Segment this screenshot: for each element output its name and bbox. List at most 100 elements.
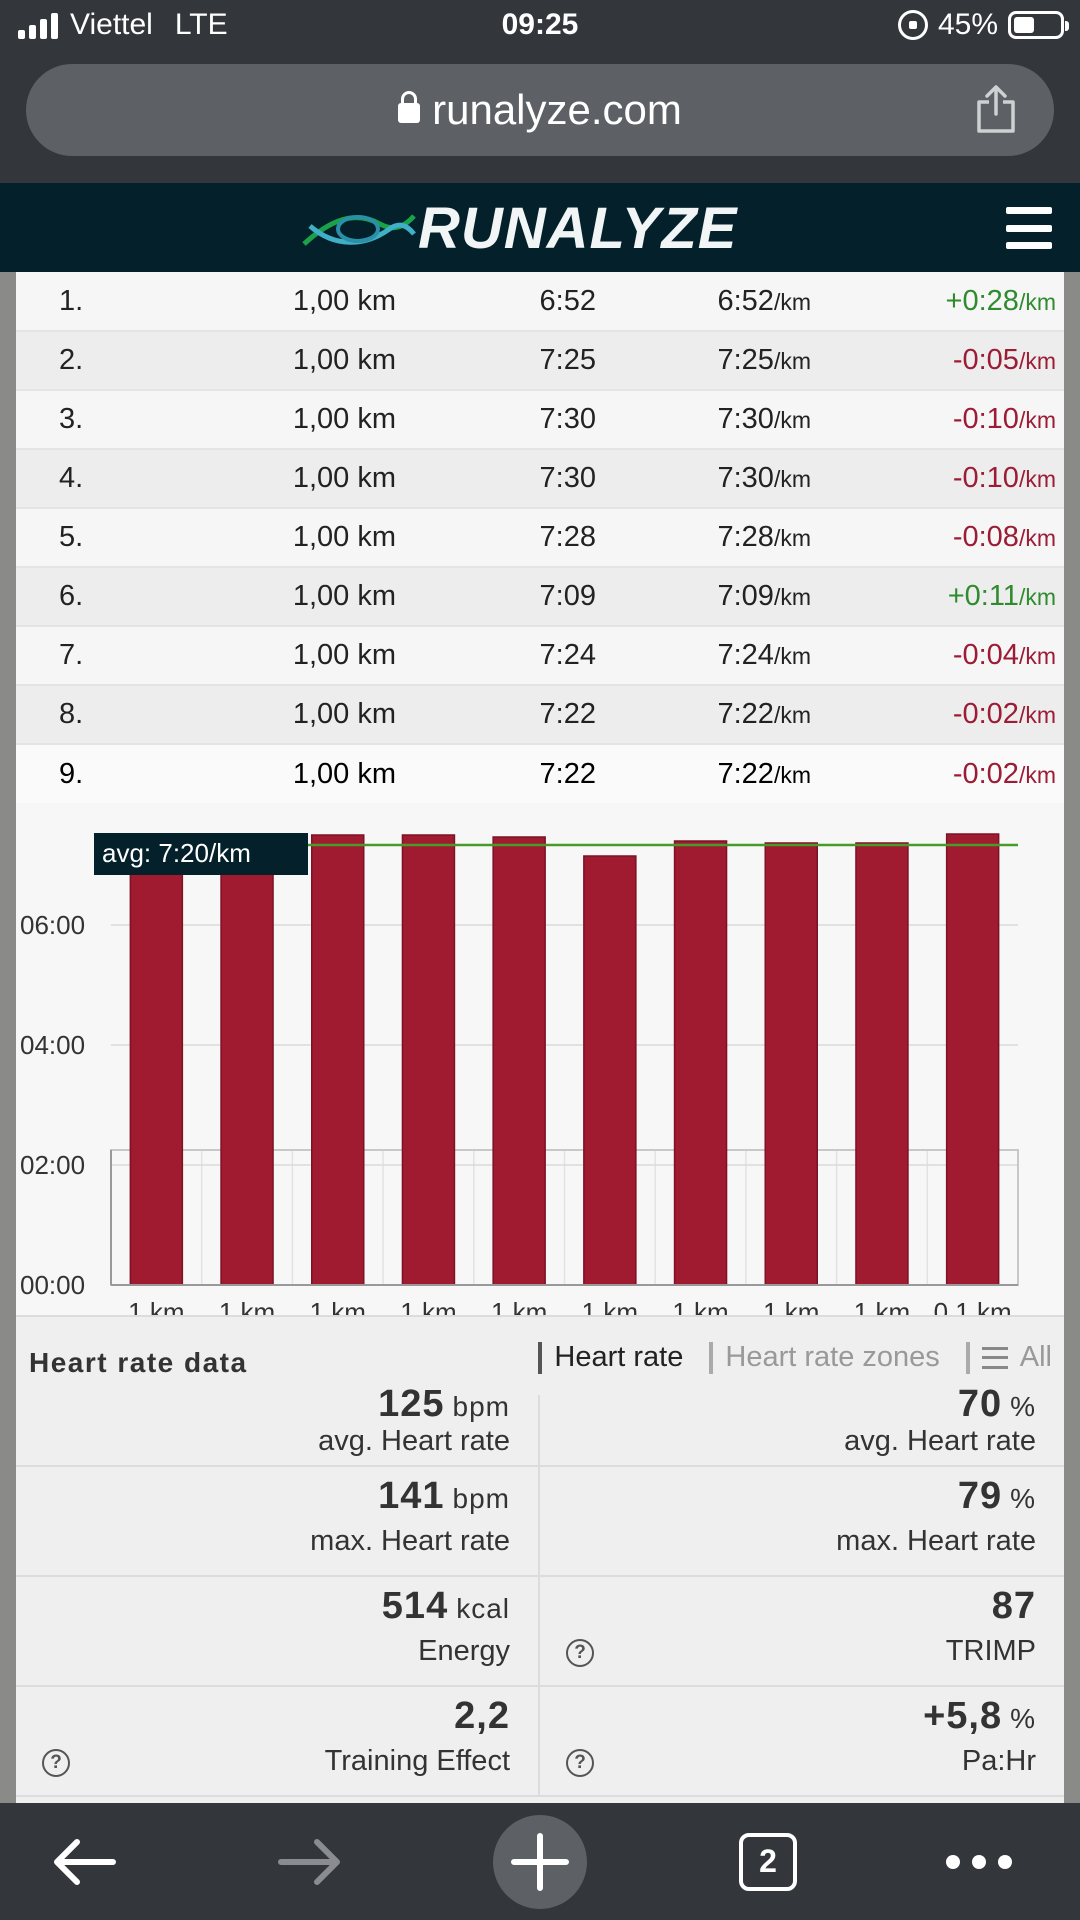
pace-unit: /km xyxy=(773,643,811,669)
split-row: 5. 1,00 km 7:28 7:28/km -0:08/km xyxy=(16,508,1064,567)
split-pace-diff: -0:02/km xyxy=(826,685,1064,744)
tab-label: Heart rate zones xyxy=(725,1341,940,1373)
lock-icon xyxy=(398,91,421,125)
split-distance: 1,00 km xyxy=(292,521,396,553)
metric-label: avg. Heart rate xyxy=(318,1425,510,1457)
metric-value: 514 kcal xyxy=(382,1585,510,1628)
diff-unit: /km xyxy=(1018,407,1056,433)
metric-number: 2,2 xyxy=(454,1695,510,1737)
x-tick-label: 1 km xyxy=(128,1297,184,1315)
tab-label: All xyxy=(1019,1341,1052,1373)
metric-value: 141 bpm xyxy=(378,1475,510,1518)
x-tick-label: 1 km xyxy=(219,1297,275,1315)
new-tab-button[interactable] xyxy=(493,1803,587,1920)
split-number: 2. xyxy=(59,344,84,376)
metric-cell: 70% avg. Heart rate xyxy=(540,1383,1064,1465)
tab-count: 2 xyxy=(739,1832,797,1891)
arrow-right-icon xyxy=(278,1838,340,1885)
tab-heart-rate[interactable]: Heart rate xyxy=(538,1341,683,1374)
split-pace-diff: -0:10/km xyxy=(826,390,1064,449)
y-tick-label: 04:00 xyxy=(20,1030,85,1060)
split-distance: 1,00 km xyxy=(292,344,396,376)
split-pace-diff: +0:11/km xyxy=(826,567,1064,626)
pace-unit: /km xyxy=(773,407,811,433)
heart-rate-row: 514 kcal Energy 87 TRIMP? xyxy=(16,1577,1064,1687)
more-button[interactable] xyxy=(942,1803,1016,1920)
hamburger-menu-icon[interactable] xyxy=(1006,207,1052,249)
split-time: 7:30 xyxy=(539,403,596,435)
tab-all[interactable]: All xyxy=(965,1341,1052,1374)
metric-cell: 514 kcal Energy xyxy=(16,1577,540,1685)
y-tick-label: 06:00 xyxy=(20,910,85,940)
metric-label: max. Heart rate xyxy=(836,1525,1036,1557)
pace-bar-chart: 00:00 02:00 04:00 06:00 1 km 1 km 1 km 1 km 1 km… xyxy=(20,833,1019,1315)
heart-rate-row: 141 bpm max. Heart rate 79% max. Heart rate xyxy=(16,1467,1064,1577)
split-distance: 1,00 km xyxy=(292,462,396,494)
split-row: 8. 1,00 km 7:22 7:22/km -0:02/km xyxy=(16,685,1064,744)
split-row: 6. 1,00 km 7:09 7:09/km +0:11/km xyxy=(16,567,1064,626)
split-pace-diff: -0:08/km xyxy=(826,508,1064,567)
split-number: 3. xyxy=(59,403,84,435)
pace-value: 7:22 xyxy=(717,698,774,730)
splits-table: 1. 1,00 km 6:52 6:52/km +0:28/km 2. 1,00 km 7:2… xyxy=(16,272,1064,803)
split-pace: 7:28/km xyxy=(626,508,826,567)
split-pace-diff: -0:05/km xyxy=(826,331,1064,390)
split-distance: 1,00 km xyxy=(292,580,396,612)
split-time: 7:09 xyxy=(539,580,596,612)
x-tick-label: 1 km xyxy=(763,1297,819,1315)
diff-unit: /km xyxy=(1018,761,1056,788)
metric-cell: 87 TRIMP? xyxy=(540,1577,1064,1685)
help-icon[interactable]: ? xyxy=(566,1749,594,1777)
pace-unit: /km xyxy=(773,702,811,728)
split-distance: 1,00 km xyxy=(292,403,396,435)
metric-unit: bpm xyxy=(452,1391,510,1422)
split-time: 7:30 xyxy=(539,462,596,494)
split-row: 7. 1,00 km 7:24 7:24/km -0:04/km xyxy=(16,626,1064,685)
pace-value: 6:52 xyxy=(717,284,774,317)
forward-button[interactable] xyxy=(262,1803,358,1920)
metric-label: Pa:Hr xyxy=(961,1745,1036,1777)
split-number: 1. xyxy=(59,284,84,317)
split-time: 7:25 xyxy=(539,344,596,376)
chart-bar xyxy=(492,836,546,1286)
tab-divider xyxy=(965,1341,970,1374)
runalyze-logo[interactable]: RUNALYZE xyxy=(300,193,737,263)
logo-text: RUNALYZE xyxy=(418,195,738,261)
split-pace: 7:30/km xyxy=(626,449,826,508)
heart-rate-header: Heart rate data Heart rate Heart rate zo… xyxy=(16,1315,1064,1395)
help-icon[interactable]: ? xyxy=(42,1749,70,1777)
split-row: 1. 1,00 km 6:52 6:52/km +0:28/km xyxy=(16,272,1064,331)
tabs-button[interactable]: 2 xyxy=(732,1803,804,1920)
x-tick-label: 0.1 km xyxy=(934,1297,1012,1315)
metric-label: max. Heart rate xyxy=(310,1525,510,1557)
share-icon[interactable] xyxy=(974,84,1018,134)
chart-bar xyxy=(583,855,637,1286)
metric-cell: 125 bpm avg. Heart rate xyxy=(16,1383,540,1465)
chart-bar xyxy=(855,842,909,1286)
metric-value: 2,2 xyxy=(454,1695,510,1738)
diff-value: +0:28 xyxy=(945,284,1019,317)
more-dots-icon xyxy=(946,1854,1012,1869)
tab-divider xyxy=(709,1341,714,1374)
pace-unit: /km xyxy=(773,288,811,315)
metric-unit: bpm xyxy=(452,1483,510,1514)
content-panel: 1. 1,00 km 6:52 6:52/km +0:28/km 2. 1,00 km 7:2… xyxy=(16,272,1064,1803)
back-button[interactable] xyxy=(36,1803,132,1920)
split-pace: 7:25/km xyxy=(626,331,826,390)
plus-icon xyxy=(511,1832,569,1891)
chart-bar xyxy=(220,839,274,1286)
split-pace-diff: -0:02/km xyxy=(826,744,1064,803)
metric-unit: % xyxy=(1010,1703,1036,1734)
address-bar[interactable]: runalyze.com xyxy=(26,64,1054,156)
tab-heart-rate-zones[interactable]: Heart rate zones xyxy=(709,1341,940,1374)
metric-value: 87 xyxy=(992,1585,1036,1628)
metric-number: 87 xyxy=(991,1585,1036,1627)
pace-unit: /km xyxy=(773,525,811,551)
chart-bar xyxy=(673,840,728,1286)
browser-address-area: runalyze.com xyxy=(0,56,1080,183)
pace-value: 7:28 xyxy=(717,521,774,553)
metric-unit: % xyxy=(1010,1483,1036,1514)
diff-value: -0:02 xyxy=(952,757,1019,790)
chart-bar xyxy=(945,833,1000,1286)
help-icon[interactable]: ? xyxy=(566,1639,594,1667)
